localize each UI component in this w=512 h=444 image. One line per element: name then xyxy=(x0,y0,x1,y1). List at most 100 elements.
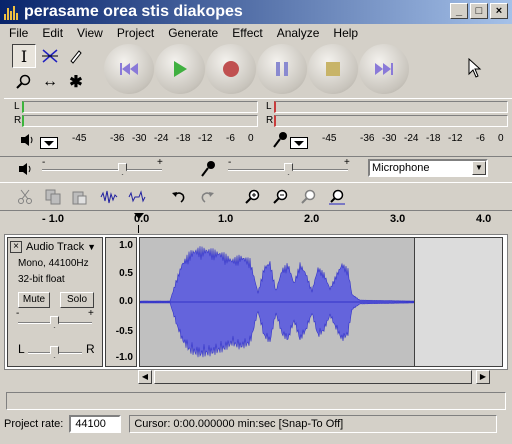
input-source-select[interactable]: Microphone ▼ xyxy=(368,159,488,177)
input-volume-minus: - xyxy=(228,157,232,168)
output-meter-left-label: L xyxy=(14,101,20,112)
horizontal-scrollbar[interactable]: ◀ ▶ xyxy=(138,370,490,384)
pause-button[interactable] xyxy=(257,44,307,94)
menu-effect[interactable]: Effect xyxy=(225,26,269,40)
copy-button[interactable] xyxy=(42,186,64,208)
meter-tick: -30 xyxy=(132,133,147,144)
output-meter-left xyxy=(22,101,258,113)
meter-tick: -12 xyxy=(448,133,463,144)
fit-selection-icon xyxy=(301,189,316,204)
menu-file[interactable]: File xyxy=(2,26,35,40)
meter-tick: -45 xyxy=(72,133,87,144)
track-control-panel: × Audio Track ▼ Mono, 44100Hz 32-bit flo… xyxy=(7,237,103,367)
input-source-value: Microphone xyxy=(372,162,430,174)
pause-icon xyxy=(276,62,288,76)
input-meter-dropdown-icon[interactable] xyxy=(290,137,308,149)
pan-left-label: L xyxy=(18,342,25,356)
menu-help[interactable]: Help xyxy=(326,26,365,40)
fit-selection-button[interactable] xyxy=(298,186,320,208)
meter-tick: -24 xyxy=(404,133,419,144)
transport-toolbar xyxy=(104,44,409,96)
input-volume-slider[interactable] xyxy=(284,163,293,175)
fit-project-icon xyxy=(329,189,345,205)
zoom-out-icon xyxy=(273,189,288,204)
meter-tick: -45 xyxy=(322,133,337,144)
undo-button[interactable] xyxy=(168,186,190,208)
waveform xyxy=(139,246,415,358)
amplitude-label: -0.5 xyxy=(115,326,133,337)
gain-plus-label: + xyxy=(88,308,94,319)
scroll-right-icon[interactable]: ▶ xyxy=(476,370,490,384)
cursor-position: Cursor: 0:00.000000 min:sec [Snap-To Off… xyxy=(129,415,498,433)
menu-project[interactable]: Project xyxy=(110,26,161,40)
stop-button[interactable] xyxy=(308,44,358,94)
zoom-out-button[interactable] xyxy=(270,186,292,208)
menu-view[interactable]: View xyxy=(70,26,110,40)
ruler-label: 1.0 xyxy=(218,213,234,225)
close-track-button[interactable]: × xyxy=(10,241,22,253)
meter-tick: 0 xyxy=(248,133,254,144)
draw-tool-icon[interactable] xyxy=(64,44,88,68)
status-bar: Project rate: 44100 Cursor: 0:00.000000 … xyxy=(0,412,512,436)
timeline-ruler[interactable]: - 1.0 0.0 1.0 2.0 3.0 4.0 xyxy=(0,210,512,233)
output-volume-slider[interactable] xyxy=(118,163,127,175)
minimize-button[interactable]: _ xyxy=(450,3,468,19)
play-button[interactable] xyxy=(155,44,205,94)
selection-tool-icon[interactable]: I xyxy=(12,44,36,68)
scroll-thumb[interactable] xyxy=(154,370,472,384)
output-volume-speaker-icon xyxy=(19,163,31,175)
cut-icon xyxy=(18,189,32,204)
waveform-display[interactable] xyxy=(139,237,415,367)
close-button[interactable]: × xyxy=(490,3,508,19)
skip-to-end-icon xyxy=(375,63,393,75)
skip-to-start-icon xyxy=(120,63,138,75)
solo-button[interactable]: Solo xyxy=(60,292,94,308)
chevron-down-icon[interactable]: ▼ xyxy=(472,161,486,175)
waveform-empty-region[interactable] xyxy=(415,237,503,367)
record-button[interactable] xyxy=(206,44,256,94)
zoom-in-button[interactable] xyxy=(242,186,264,208)
mouse-pointer-icon xyxy=(468,58,482,78)
meter-toolbar: L R L R -45 -36 -30 -24 -18 -12 -6 0 -45… xyxy=(4,98,512,154)
status-message xyxy=(6,392,506,410)
project-rate-input[interactable]: 44100 xyxy=(69,415,122,433)
multi-tool-icon[interactable]: ✱ xyxy=(64,70,88,94)
envelope-tool-icon[interactable] xyxy=(38,44,62,68)
trim-icon xyxy=(100,190,118,204)
silence-button[interactable] xyxy=(126,186,148,208)
amplitude-label: 1.0 xyxy=(119,240,133,251)
speaker-icon xyxy=(21,134,33,146)
output-volume-minus: - xyxy=(42,157,46,168)
amplitude-label: 0.5 xyxy=(119,268,133,279)
gain-slider[interactable] xyxy=(50,316,59,328)
input-volume-plus: + xyxy=(344,157,350,168)
zoom-tool-icon[interactable] xyxy=(12,70,36,94)
track-area: × Audio Track ▼ Mono, 44100Hz 32-bit flo… xyxy=(4,234,508,370)
cut-button[interactable] xyxy=(14,186,36,208)
pan-slider[interactable] xyxy=(50,346,59,358)
trim-button[interactable] xyxy=(98,186,120,208)
chevron-down-icon[interactable]: ▼ xyxy=(87,242,96,252)
meter-tick: -36 xyxy=(360,133,375,144)
menu-analyze[interactable]: Analyze xyxy=(270,26,327,40)
maximize-button[interactable]: □ xyxy=(470,3,488,19)
mute-button[interactable]: Mute xyxy=(18,292,50,308)
skip-to-start-button[interactable] xyxy=(104,44,154,94)
menu-bar: File Edit View Project Generate Effect A… xyxy=(0,24,512,42)
redo-button[interactable] xyxy=(196,186,218,208)
track-name-menu[interactable]: Audio Track xyxy=(26,241,84,253)
microphone-icon xyxy=(273,132,287,148)
gain-minus-label: - xyxy=(16,308,20,319)
meter-tick: 0 xyxy=(498,133,504,144)
timeshift-tool-icon[interactable]: ↔ xyxy=(38,70,62,94)
menu-generate[interactable]: Generate xyxy=(161,26,225,40)
skip-to-end-button[interactable] xyxy=(359,44,409,94)
scroll-left-icon[interactable]: ◀ xyxy=(138,370,152,384)
ruler-label: 3.0 xyxy=(390,213,406,225)
project-rate-label: Project rate: xyxy=(4,418,64,430)
silence-icon xyxy=(128,190,146,203)
fit-project-button[interactable] xyxy=(326,186,348,208)
output-meter-dropdown-icon[interactable] xyxy=(40,137,58,149)
paste-button[interactable] xyxy=(68,186,90,208)
menu-edit[interactable]: Edit xyxy=(35,26,70,40)
